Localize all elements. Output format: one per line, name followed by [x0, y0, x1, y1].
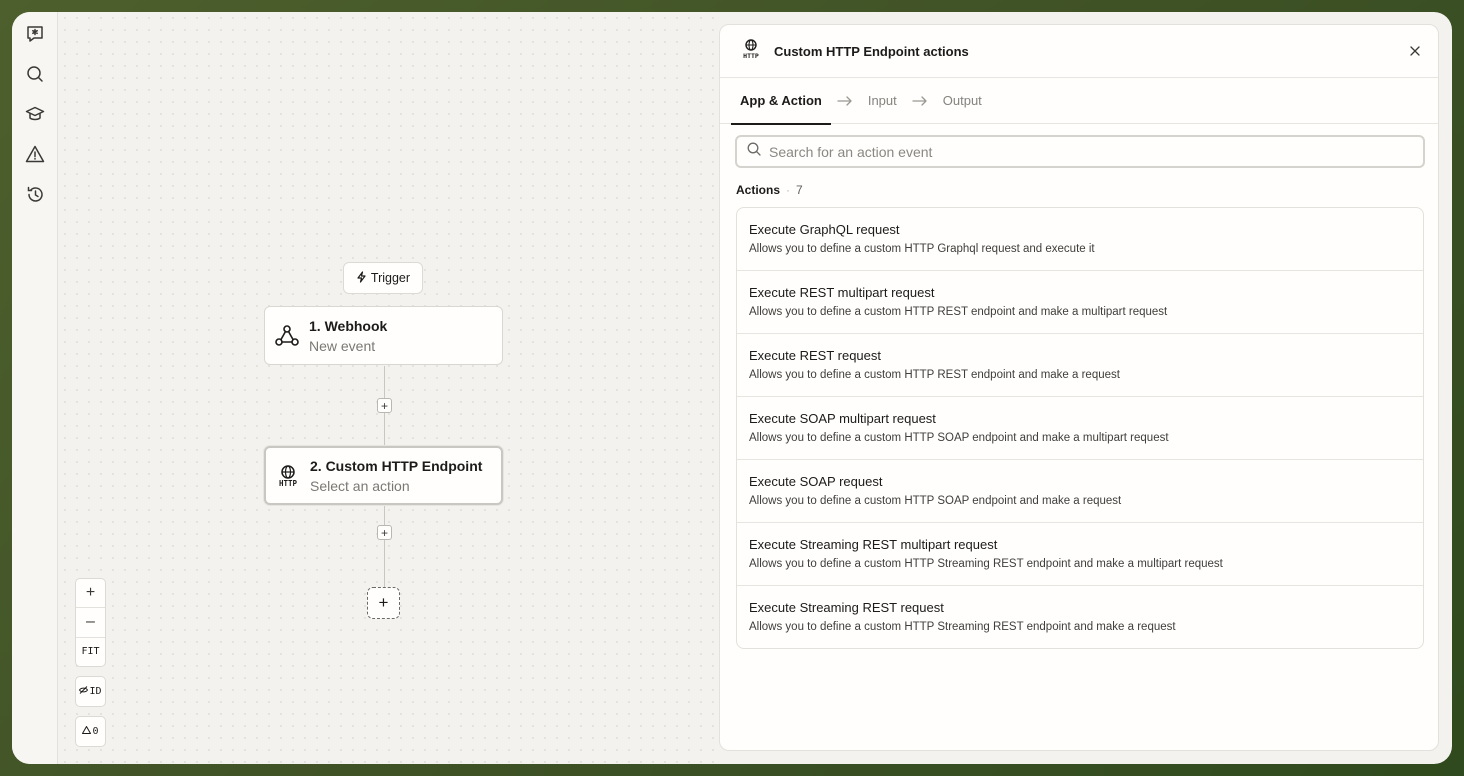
workflow-node-webhook[interactable]: 1. Webhook New event [264, 306, 503, 365]
actions-panel: HTTP Custom HTTP Endpoint actions App & … [719, 24, 1439, 751]
http-globe-icon: HTTP [266, 464, 310, 488]
list-item[interactable]: Execute GraphQL request Allows you to de… [737, 208, 1423, 271]
zoom-out-button[interactable]: – [76, 608, 105, 638]
action-title: Execute SOAP request [749, 474, 883, 489]
add-step-button[interactable]: + [377, 398, 392, 413]
zoom-in-button[interactable]: + [76, 579, 105, 609]
actions-label: Actions [736, 183, 781, 197]
actions-heading: Actions · 7 [736, 183, 803, 197]
http-globe-icon: HTTP [740, 38, 762, 65]
app-window: Trigger 1. Webhook New event + HTTP 2. C… [12, 12, 1452, 764]
search-input[interactable] [769, 143, 1389, 160]
workflow-node-custom-http[interactable]: HTTP 2. Custom HTTP Endpoint Select an a… [264, 446, 503, 505]
action-description: Allows you to define a custom HTTP SOAP … [749, 432, 1169, 444]
add-step-button[interactable]: + [377, 525, 392, 540]
warnings-count: 0 [92, 726, 99, 737]
action-description: Allows you to define a custom HTTP SOAP … [749, 495, 1122, 507]
svg-text:HTTP: HTTP [743, 52, 759, 60]
action-description: Allows you to define a custom HTTP Strea… [749, 558, 1223, 570]
action-description: Allows you to define a custom HTTP Strea… [749, 621, 1176, 633]
search-icon[interactable] [21, 60, 49, 88]
node-title: 1. Webhook [309, 317, 388, 334]
arrow-right-icon [831, 95, 859, 106]
list-item[interactable]: Execute SOAP multipart request Allows yo… [737, 397, 1423, 460]
trigger-badge[interactable]: Trigger [343, 262, 423, 294]
connector-line [384, 506, 385, 588]
action-description: Allows you to define a custom HTTP Graph… [749, 243, 1095, 255]
action-description: Allows you to define a custom HTTP REST … [749, 369, 1120, 381]
close-icon[interactable] [1406, 42, 1424, 60]
learn-graduation-icon[interactable] [21, 100, 49, 128]
svg-text:HTTP: HTTP [279, 479, 298, 488]
node-text: 2. Custom HTTP Endpoint Select an action [310, 456, 482, 496]
add-final-step-button[interactable]: + [367, 587, 400, 619]
action-title: Execute Streaming REST multipart request [749, 537, 998, 552]
node-title: 2. Custom HTTP Endpoint [310, 457, 483, 474]
action-title: Execute Streaming REST request [749, 600, 944, 615]
node-subtitle: New event [309, 337, 376, 354]
panel-header: HTTP Custom HTTP Endpoint actions [720, 25, 1438, 78]
tab-output[interactable]: Output [934, 78, 991, 124]
warnings-button[interactable]: 0 [75, 716, 106, 747]
zoom-controls: + – FIT [75, 578, 106, 667]
arrow-right-icon [906, 95, 934, 106]
history-icon[interactable] [21, 180, 49, 208]
lightning-icon [356, 270, 367, 286]
actions-count: 7 [796, 183, 803, 197]
search-box [735, 135, 1425, 168]
webhook-icon [265, 324, 309, 348]
left-rail [12, 12, 58, 764]
search-icon [747, 142, 761, 161]
action-description: Allows you to define a custom HTTP REST … [749, 306, 1168, 318]
step-tabs: App & Action Input Output [720, 78, 1438, 125]
node-text: 1. Webhook New event [309, 316, 387, 356]
tab-input[interactable]: Input [859, 78, 906, 124]
actions-list: Execute GraphQL request Allows you to de… [736, 207, 1424, 649]
separator-dot: · [786, 183, 791, 197]
eye-off-icon [79, 686, 89, 697]
warning-icon [82, 726, 92, 737]
node-subtitle: Select an action [310, 477, 410, 494]
action-title: Execute GraphQL request [749, 222, 900, 237]
panel-title: Custom HTTP Endpoint actions [774, 43, 969, 59]
action-title: Execute REST request [749, 348, 881, 363]
action-title: Execute REST multipart request [749, 285, 935, 300]
list-item[interactable]: Execute Streaming REST multipart request… [737, 523, 1423, 586]
list-item[interactable]: Execute Streaming REST request Allows yo… [737, 586, 1423, 648]
list-item[interactable]: Execute REST request Allows you to defin… [737, 334, 1423, 397]
trigger-label: Trigger [370, 271, 411, 285]
id-toggle-label: ID [89, 686, 102, 697]
workflow-canvas[interactable]: Trigger 1. Webhook New event + HTTP 2. C… [59, 12, 718, 764]
list-item[interactable]: Execute REST multipart request Allows yo… [737, 271, 1423, 334]
assistant-chat-icon[interactable] [21, 20, 49, 48]
toggle-ids-button[interactable]: ID [75, 676, 106, 707]
action-title: Execute SOAP multipart request [749, 411, 936, 426]
list-item[interactable]: Execute SOAP request Allows you to defin… [737, 460, 1423, 523]
fit-button[interactable]: FIT [76, 638, 105, 666]
alert-warning-icon[interactable] [21, 140, 49, 168]
tab-app-action[interactable]: App & Action [731, 78, 831, 125]
